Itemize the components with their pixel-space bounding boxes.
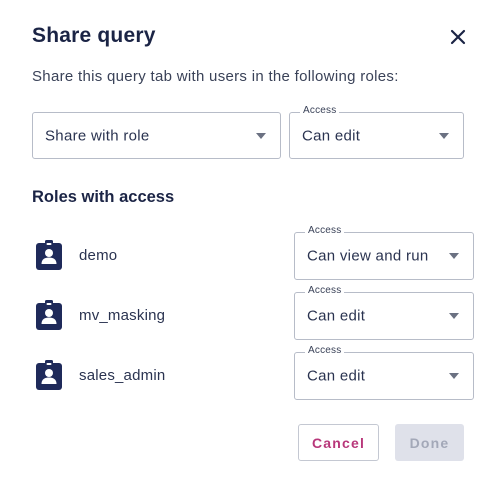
close-icon xyxy=(450,29,466,45)
role-access-select-demo[interactable]: Access Can view and run xyxy=(294,225,474,280)
chevron-down-icon xyxy=(256,132,266,139)
share-with-role-select[interactable]: Share with role xyxy=(32,112,281,159)
chevron-down-icon xyxy=(439,132,449,139)
role-row-mv-masking: mv_masking Access Can edit xyxy=(32,285,474,340)
dialog-subtitle: Share this query tab with users in the f… xyxy=(32,68,399,85)
new-share-access-select[interactable]: Access Can edit xyxy=(289,105,464,159)
role-access-value: Can edit xyxy=(307,307,366,325)
role-access-value: Can view and run xyxy=(307,247,429,265)
badge-icon xyxy=(36,300,62,330)
cancel-button[interactable]: Cancel xyxy=(298,424,379,461)
chevron-down-icon xyxy=(449,373,459,379)
roles-with-access-title: Roles with access xyxy=(32,188,175,206)
access-label: Access xyxy=(305,225,345,236)
done-button[interactable]: Done xyxy=(395,424,464,461)
role-select-value: Share with role xyxy=(45,127,150,144)
badge-icon xyxy=(36,360,62,390)
access-label: Access xyxy=(305,345,345,356)
access-label: Access xyxy=(300,105,340,116)
role-name: sales_admin xyxy=(79,367,166,384)
access-label: Access xyxy=(305,285,345,296)
chevron-down-icon xyxy=(449,253,459,259)
role-access-select-mv-masking[interactable]: Access Can edit xyxy=(294,285,474,340)
dialog-title: Share query xyxy=(32,24,156,47)
share-query-dialog: Share query Share this query tab with us… xyxy=(0,0,495,482)
role-name: mv_masking xyxy=(79,307,166,324)
role-row-sales-admin: sales_admin Access Can edit xyxy=(32,345,474,400)
access-select-value: Can edit xyxy=(302,127,361,144)
badge-icon xyxy=(36,240,62,270)
chevron-down-icon xyxy=(449,313,459,319)
role-access-value: Can edit xyxy=(307,367,366,385)
role-access-select-sales-admin[interactable]: Access Can edit xyxy=(294,345,474,400)
role-row-demo: demo Access Can view and run xyxy=(32,225,474,280)
close-button[interactable] xyxy=(446,25,470,49)
role-name: demo xyxy=(79,247,118,264)
